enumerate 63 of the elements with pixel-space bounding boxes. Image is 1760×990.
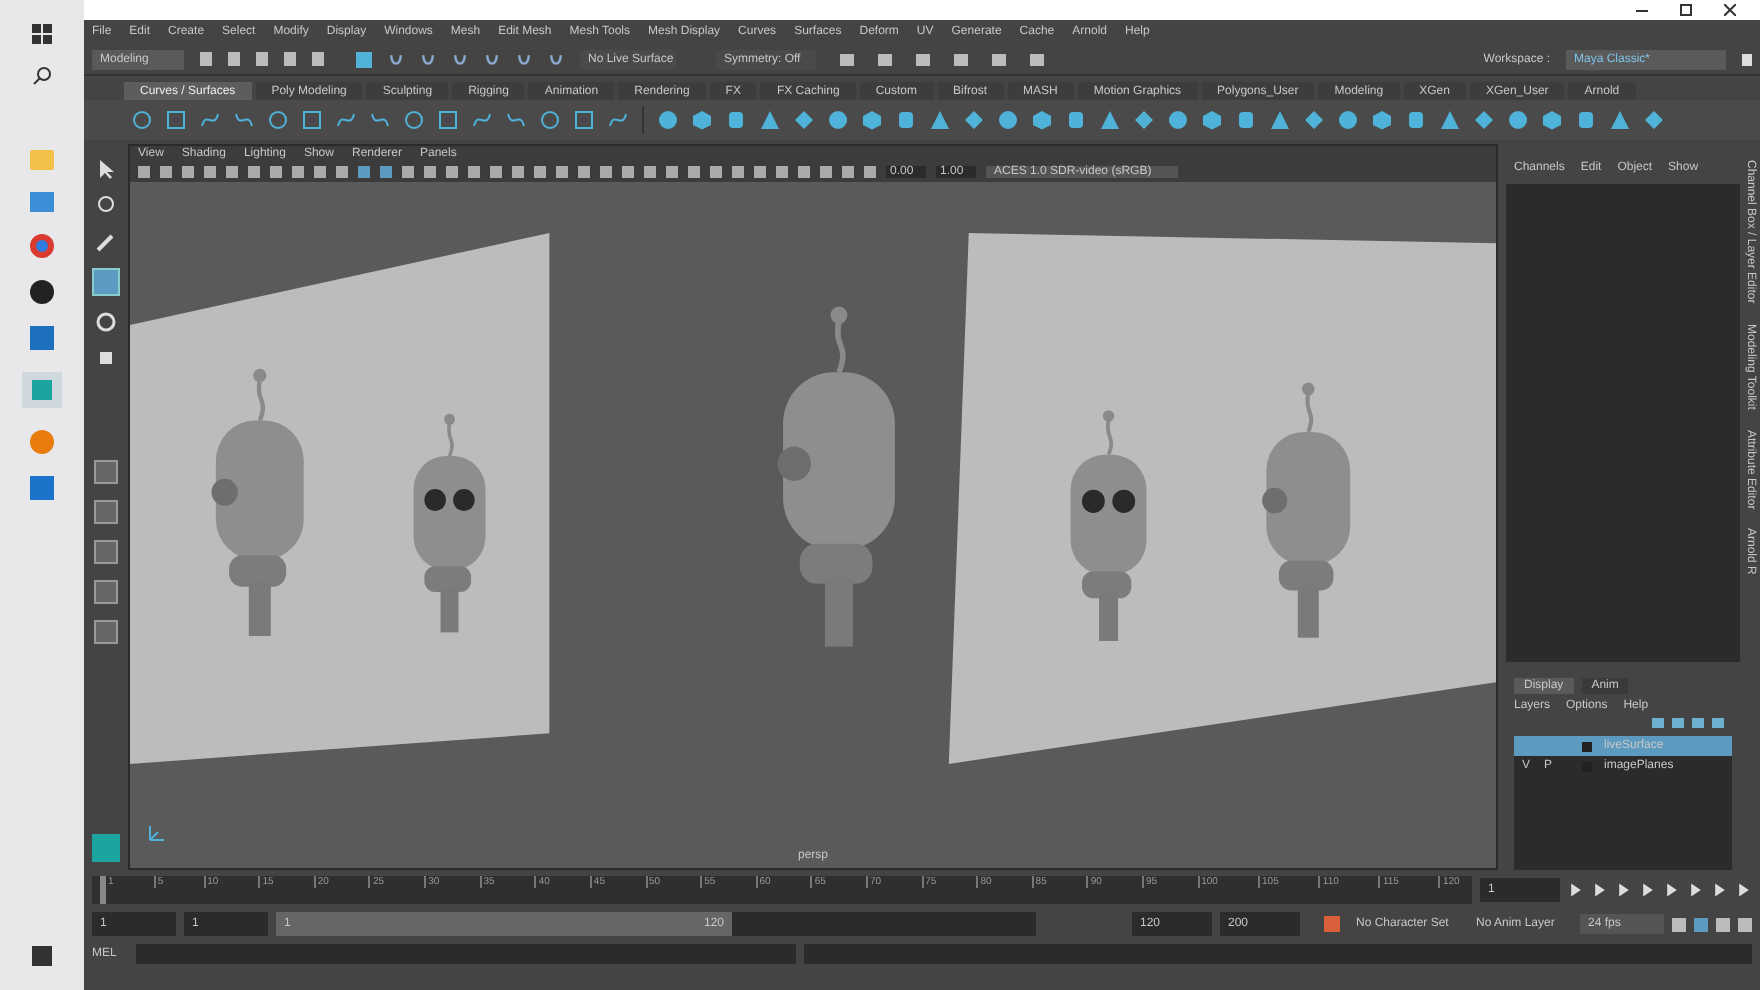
cone-icon[interactable] [1440,110,1460,130]
arrow-cursor-icon[interactable] [96,160,116,180]
rotate-icon[interactable] [96,312,116,332]
sphere-icon[interactable] [998,110,1018,130]
search-icon[interactable] [32,66,52,86]
diamond-icon[interactable] [794,110,814,130]
cone-icon[interactable] [760,110,780,130]
axis-icon [146,824,166,844]
minimize-icon[interactable] [1636,9,1648,11]
sphere-icon[interactable] [1508,110,1528,130]
diamond-icon[interactable] [1134,110,1154,130]
cylinder-icon[interactable] [896,110,916,130]
circle-icon[interactable] [268,110,288,130]
cylinder-icon[interactable] [1066,110,1086,130]
maximize-icon[interactable] [1680,4,1692,16]
layout-icon[interactable] [94,620,118,644]
diamond-icon[interactable] [1304,110,1324,130]
cylinder-icon[interactable] [1406,110,1426,130]
select-mode-icon[interactable] [356,51,372,67]
diamond-icon[interactable] [1474,110,1494,130]
cube-icon[interactable] [1372,110,1392,130]
layer-color-swatch [1582,741,1592,751]
square-icon[interactable] [302,110,322,130]
sphere-icon[interactable] [1338,110,1358,130]
maya-app-icon[interactable] [22,372,62,408]
cube-icon[interactable] [862,110,882,130]
windows-logo-icon[interactable] [32,24,52,44]
square-icon[interactable] [438,110,458,130]
cylinder-icon[interactable] [1236,110,1256,130]
diamond-icon[interactable] [964,110,984,130]
cube-icon[interactable] [692,110,712,130]
maya-logo [92,834,120,862]
sphere-icon[interactable] [1168,110,1188,130]
circle-icon[interactable] [132,110,152,130]
cone-icon[interactable] [1610,110,1630,130]
square-icon[interactable] [166,110,186,130]
curve-icon[interactable] [608,110,628,130]
cylinder-icon[interactable] [726,110,746,130]
cone-icon[interactable] [1100,110,1120,130]
cone-icon[interactable] [1270,110,1290,130]
layout-icon[interactable] [94,460,118,484]
layout-icon[interactable] [94,500,118,524]
lasso-icon[interactable] [96,196,116,216]
cube-icon[interactable] [1032,110,1052,130]
command-input[interactable] [136,944,796,964]
brush-icon[interactable] [96,232,116,252]
sphere-icon[interactable] [828,110,848,130]
sphere-icon[interactable] [658,110,678,130]
layout-icon[interactable] [94,580,118,604]
layout-icon[interactable] [94,540,118,564]
cone-icon[interactable] [930,110,950,130]
cylinder-icon[interactable] [1576,110,1596,130]
circle-icon[interactable] [404,110,424,130]
cube-icon[interactable] [1542,110,1562,130]
cube-icon[interactable] [1202,110,1222,130]
circle-icon[interactable] [540,110,560,130]
scale-icon[interactable] [96,348,116,368]
square-icon[interactable] [574,110,594,130]
diamond-icon[interactable] [1644,110,1664,130]
round-app-icon[interactable] [30,280,54,304]
browser-app-icon[interactable] [30,234,54,258]
close-icon[interactable] [1724,4,1736,16]
blender-app-icon[interactable] [30,430,54,454]
